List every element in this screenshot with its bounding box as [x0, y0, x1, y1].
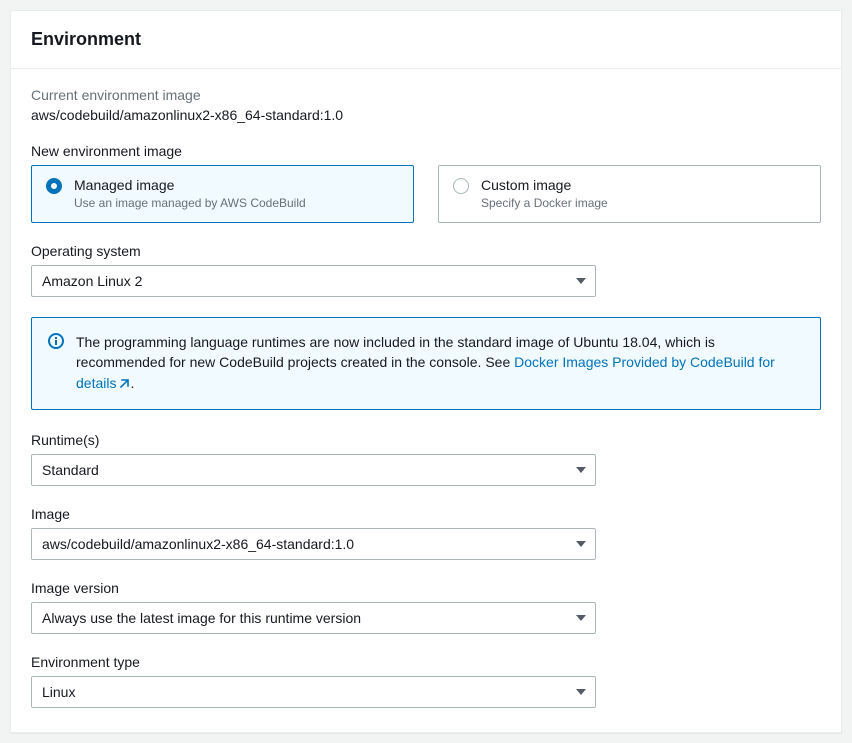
image-select-value: aws/codebuild/amazonlinux2-x86_64-standa… — [31, 528, 596, 560]
image-type-radio-group: Managed image Use an image managed by AW… — [31, 165, 821, 223]
runtime-group: Runtime(s) Standard — [31, 432, 821, 486]
panel-header: Environment — [11, 11, 841, 69]
runtime-select-value: Standard — [31, 454, 596, 486]
runtime-select[interactable]: Standard — [31, 454, 596, 486]
managed-image-radio[interactable]: Managed image Use an image managed by AW… — [31, 165, 414, 223]
custom-image-title: Custom image — [481, 176, 608, 194]
image-version-select[interactable]: Always use the latest image for this run… — [31, 602, 596, 634]
current-image-value: aws/codebuild/amazonlinux2-x86_64-standa… — [31, 107, 821, 123]
env-type-select[interactable]: Linux — [31, 676, 596, 708]
new-image-group: New environment image Managed image Use … — [31, 143, 821, 223]
os-group: Operating system Amazon Linux 2 — [31, 243, 821, 297]
custom-image-sub: Specify a Docker image — [481, 196, 608, 210]
env-type-select-value: Linux — [31, 676, 596, 708]
new-image-label: New environment image — [31, 143, 821, 159]
external-link-icon — [118, 375, 130, 395]
info-text: The programming language runtimes are no… — [76, 332, 804, 395]
os-label: Operating system — [31, 243, 821, 259]
image-version-group: Image version Always use the latest imag… — [31, 580, 821, 634]
current-image-label: Current environment image — [31, 87, 821, 103]
os-select[interactable]: Amazon Linux 2 — [31, 265, 596, 297]
image-group: Image aws/codebuild/amazonlinux2-x86_64-… — [31, 506, 821, 560]
radio-indicator-icon — [46, 178, 62, 194]
os-select-value: Amazon Linux 2 — [31, 265, 596, 297]
image-select[interactable]: aws/codebuild/amazonlinux2-x86_64-standa… — [31, 528, 596, 560]
image-label: Image — [31, 506, 821, 522]
environment-panel: Environment Current environment image aw… — [10, 10, 842, 733]
custom-image-radio[interactable]: Custom image Specify a Docker image — [438, 165, 821, 223]
managed-image-title: Managed image — [74, 176, 306, 194]
image-version-label: Image version — [31, 580, 821, 596]
info-text-after: . — [130, 375, 134, 391]
env-type-label: Environment type — [31, 654, 821, 670]
env-type-group: Environment type Linux — [31, 654, 821, 708]
panel-body: Current environment image aws/codebuild/… — [11, 69, 841, 732]
image-version-select-value: Always use the latest image for this run… — [31, 602, 596, 634]
runtime-info-alert: The programming language runtimes are no… — [31, 317, 821, 410]
radio-indicator-icon — [453, 178, 469, 194]
info-icon — [48, 333, 64, 395]
runtime-label: Runtime(s) — [31, 432, 821, 448]
managed-image-sub: Use an image managed by AWS CodeBuild — [74, 196, 306, 210]
panel-title: Environment — [31, 29, 821, 50]
current-image-group: Current environment image aws/codebuild/… — [31, 87, 821, 123]
